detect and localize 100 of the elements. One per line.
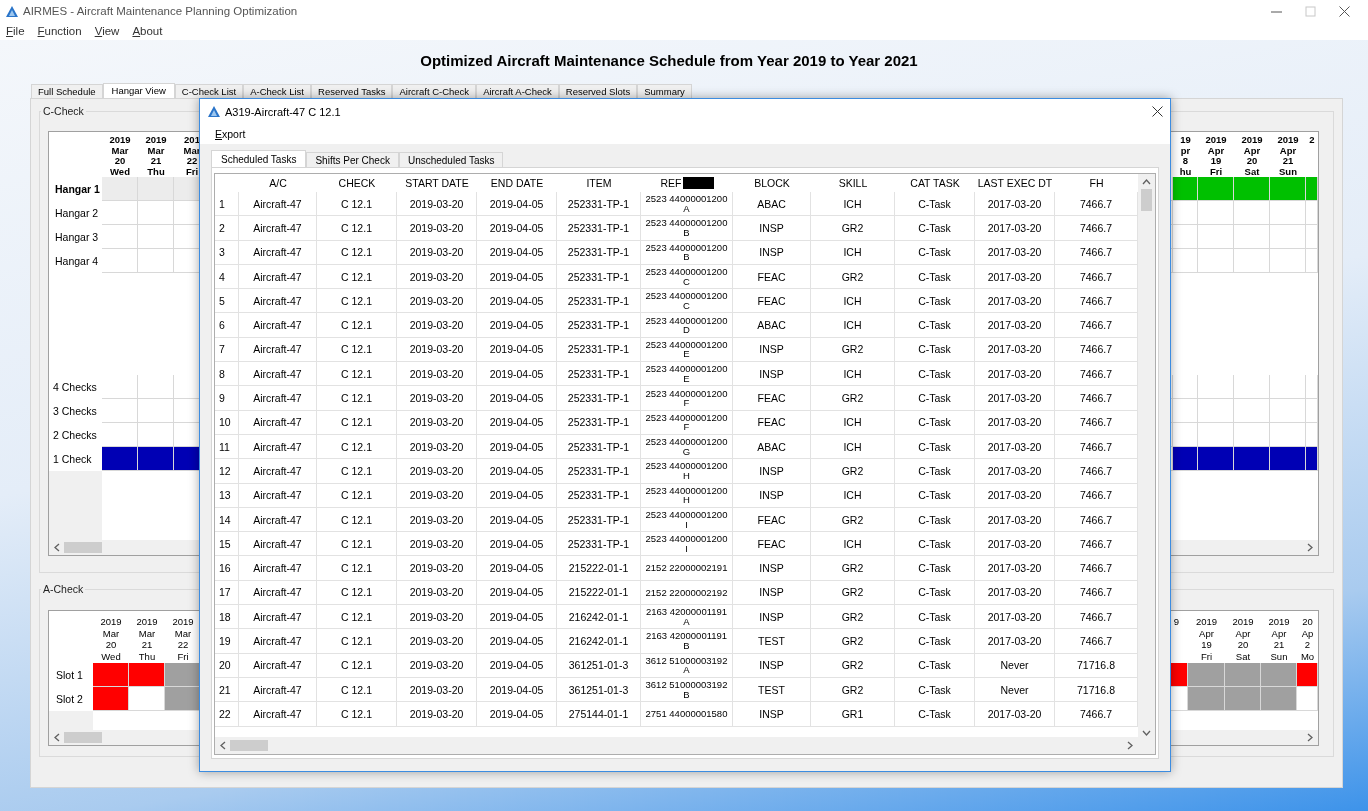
scroll-right-icon[interactable] <box>1127 741 1133 750</box>
table-cell: C 12.1 <box>341 636 372 646</box>
column-header: SKILL <box>838 178 868 188</box>
tab[interactable]: A-Check List <box>243 84 311 98</box>
menu-item[interactable]: File <box>6 25 25 37</box>
table-cell: C 12.1 <box>341 222 372 233</box>
table-cell: INSP <box>759 563 784 574</box>
scroll-down-icon[interactable] <box>1142 730 1151 736</box>
close-icon[interactable] <box>1339 5 1350 17</box>
tab[interactable]: Reserved Slots <box>558 84 638 98</box>
horizontal-scrollbar[interactable] <box>215 737 1138 754</box>
table-cell: INSP <box>759 660 784 671</box>
table-cell: 2019-04-05 <box>489 660 544 671</box>
date-header: 2019 Mar 22 Fri <box>172 615 194 662</box>
tab[interactable]: Hangar View <box>102 83 175 98</box>
tab[interactable]: Shifts Per Check <box>306 152 399 167</box>
scroll-up-icon[interactable] <box>1142 179 1151 185</box>
row-number: 12 <box>219 465 231 476</box>
column-header: CHECK <box>338 178 376 188</box>
table-cell: C 12.1 <box>341 441 372 452</box>
table-cell: 7466.7 <box>1079 538 1113 549</box>
scrollbar-thumb[interactable] <box>230 740 268 751</box>
table-cell: GR2 <box>841 514 864 525</box>
table-cell: Aircraft-47 <box>253 684 302 695</box>
scroll-left-icon[interactable] <box>54 543 60 552</box>
table-cell: Aircraft-47 <box>253 636 302 646</box>
table-cell: 2019-04-05 <box>489 708 544 719</box>
tab[interactable]: C-Check List <box>174 84 244 98</box>
scroll-left-icon[interactable] <box>54 733 60 742</box>
group-title: A-Check <box>42 583 85 595</box>
column-header: START DATE <box>405 178 469 188</box>
scroll-right-icon[interactable] <box>1307 733 1313 742</box>
table-cell: ICH <box>843 417 862 428</box>
table-cell: 2019-03-20 <box>409 295 464 306</box>
table-cell: 252331-TP-1 <box>567 441 630 452</box>
table-cell: 2017-03-20 <box>987 368 1042 379</box>
tab[interactable]: Aircraft C-Check <box>392 84 477 98</box>
table-cell: 252331-TP-1 <box>567 222 630 233</box>
table-cell: C 12.1 <box>341 684 372 695</box>
table-cell: 2523 44000001200 G <box>645 437 728 457</box>
vertical-scrollbar[interactable] <box>1138 174 1155 754</box>
table-cell: C 12.1 <box>341 320 372 331</box>
date-header: 2019 Mar 20 Wed <box>109 133 131 177</box>
table-cell: 2017-03-20 <box>987 198 1042 209</box>
menu-item[interactable]: View <box>94 25 120 37</box>
tab[interactable]: Aircraft A-Check <box>476 84 559 98</box>
table-cell: 2017-03-20 <box>987 344 1042 355</box>
table-cell: C 12.1 <box>341 563 372 574</box>
table-cell: ICH <box>843 538 862 549</box>
table-cell: 7466.7 <box>1079 587 1113 598</box>
table-cell: 2017-03-20 <box>987 247 1042 258</box>
table-cell: 7466.7 <box>1079 465 1113 476</box>
table-cell: INSP <box>759 344 784 355</box>
tab[interactable]: Full Schedule <box>31 84 103 98</box>
table-cell: 2019-03-20 <box>409 393 464 403</box>
table-cell: GR2 <box>841 636 864 646</box>
scrollbar-thumb[interactable] <box>1141 189 1152 211</box>
table-cell: 2019-03-20 <box>409 708 464 719</box>
table-cell: C-Task <box>918 708 951 719</box>
table-cell: 2019-03-20 <box>409 611 464 622</box>
table-cell: 252331-TP-1 <box>567 417 630 428</box>
table-cell: GR2 <box>841 660 864 671</box>
table-cell: C 12.1 <box>341 271 372 282</box>
table-cell: GR2 <box>841 563 864 574</box>
row-number: 7 <box>219 344 225 355</box>
table-cell: 2019-04-05 <box>489 684 544 695</box>
table-cell: 71716.8 <box>1077 684 1115 695</box>
menu-item[interactable]: Function <box>37 25 82 37</box>
tab[interactable]: Unscheduled Tasks <box>398 152 504 167</box>
table-cell: Aircraft-47 <box>253 563 302 574</box>
scrollbar-thumb[interactable] <box>64 542 102 553</box>
table-cell: C-Task <box>918 247 951 258</box>
tab[interactable]: Scheduled Tasks <box>211 150 307 167</box>
table-cell: GR2 <box>841 344 864 355</box>
date-header: 9 <box>1173 615 1180 628</box>
menu-item[interactable]: About <box>132 25 163 37</box>
table-cell: 2523 44000001200 D <box>645 315 728 335</box>
scroll-right-icon[interactable] <box>1307 543 1313 552</box>
tab[interactable]: Summary <box>637 84 692 98</box>
column-header: CAT TASK <box>910 178 960 188</box>
table-cell: 2019-03-20 <box>409 684 464 695</box>
table-cell: Aircraft-47 <box>253 344 302 355</box>
table-cell: 361251-01-3 <box>568 660 629 671</box>
table-cell: 2019-03-20 <box>409 538 464 549</box>
close-icon[interactable] <box>1152 106 1163 117</box>
table-cell: 2019-03-20 <box>409 587 464 598</box>
table-cell: Aircraft-47 <box>253 393 302 403</box>
table-cell: INSP <box>759 490 784 501</box>
table-cell: C 12.1 <box>341 417 372 428</box>
table-cell: C 12.1 <box>341 393 372 403</box>
table-cell: INSP <box>759 708 784 719</box>
tab[interactable]: Reserved Tasks <box>311 84 393 98</box>
table-cell: TEST <box>758 636 785 646</box>
date-header: 2019 Apr 20 Sat <box>1232 615 1254 662</box>
menu-item[interactable]: Export <box>215 128 246 140</box>
table-cell: Never <box>1000 684 1029 695</box>
row-number: 5 <box>219 295 225 306</box>
scrollbar-thumb[interactable] <box>64 732 102 743</box>
scroll-left-icon[interactable] <box>220 741 226 750</box>
table-cell: 7466.7 <box>1079 708 1113 719</box>
